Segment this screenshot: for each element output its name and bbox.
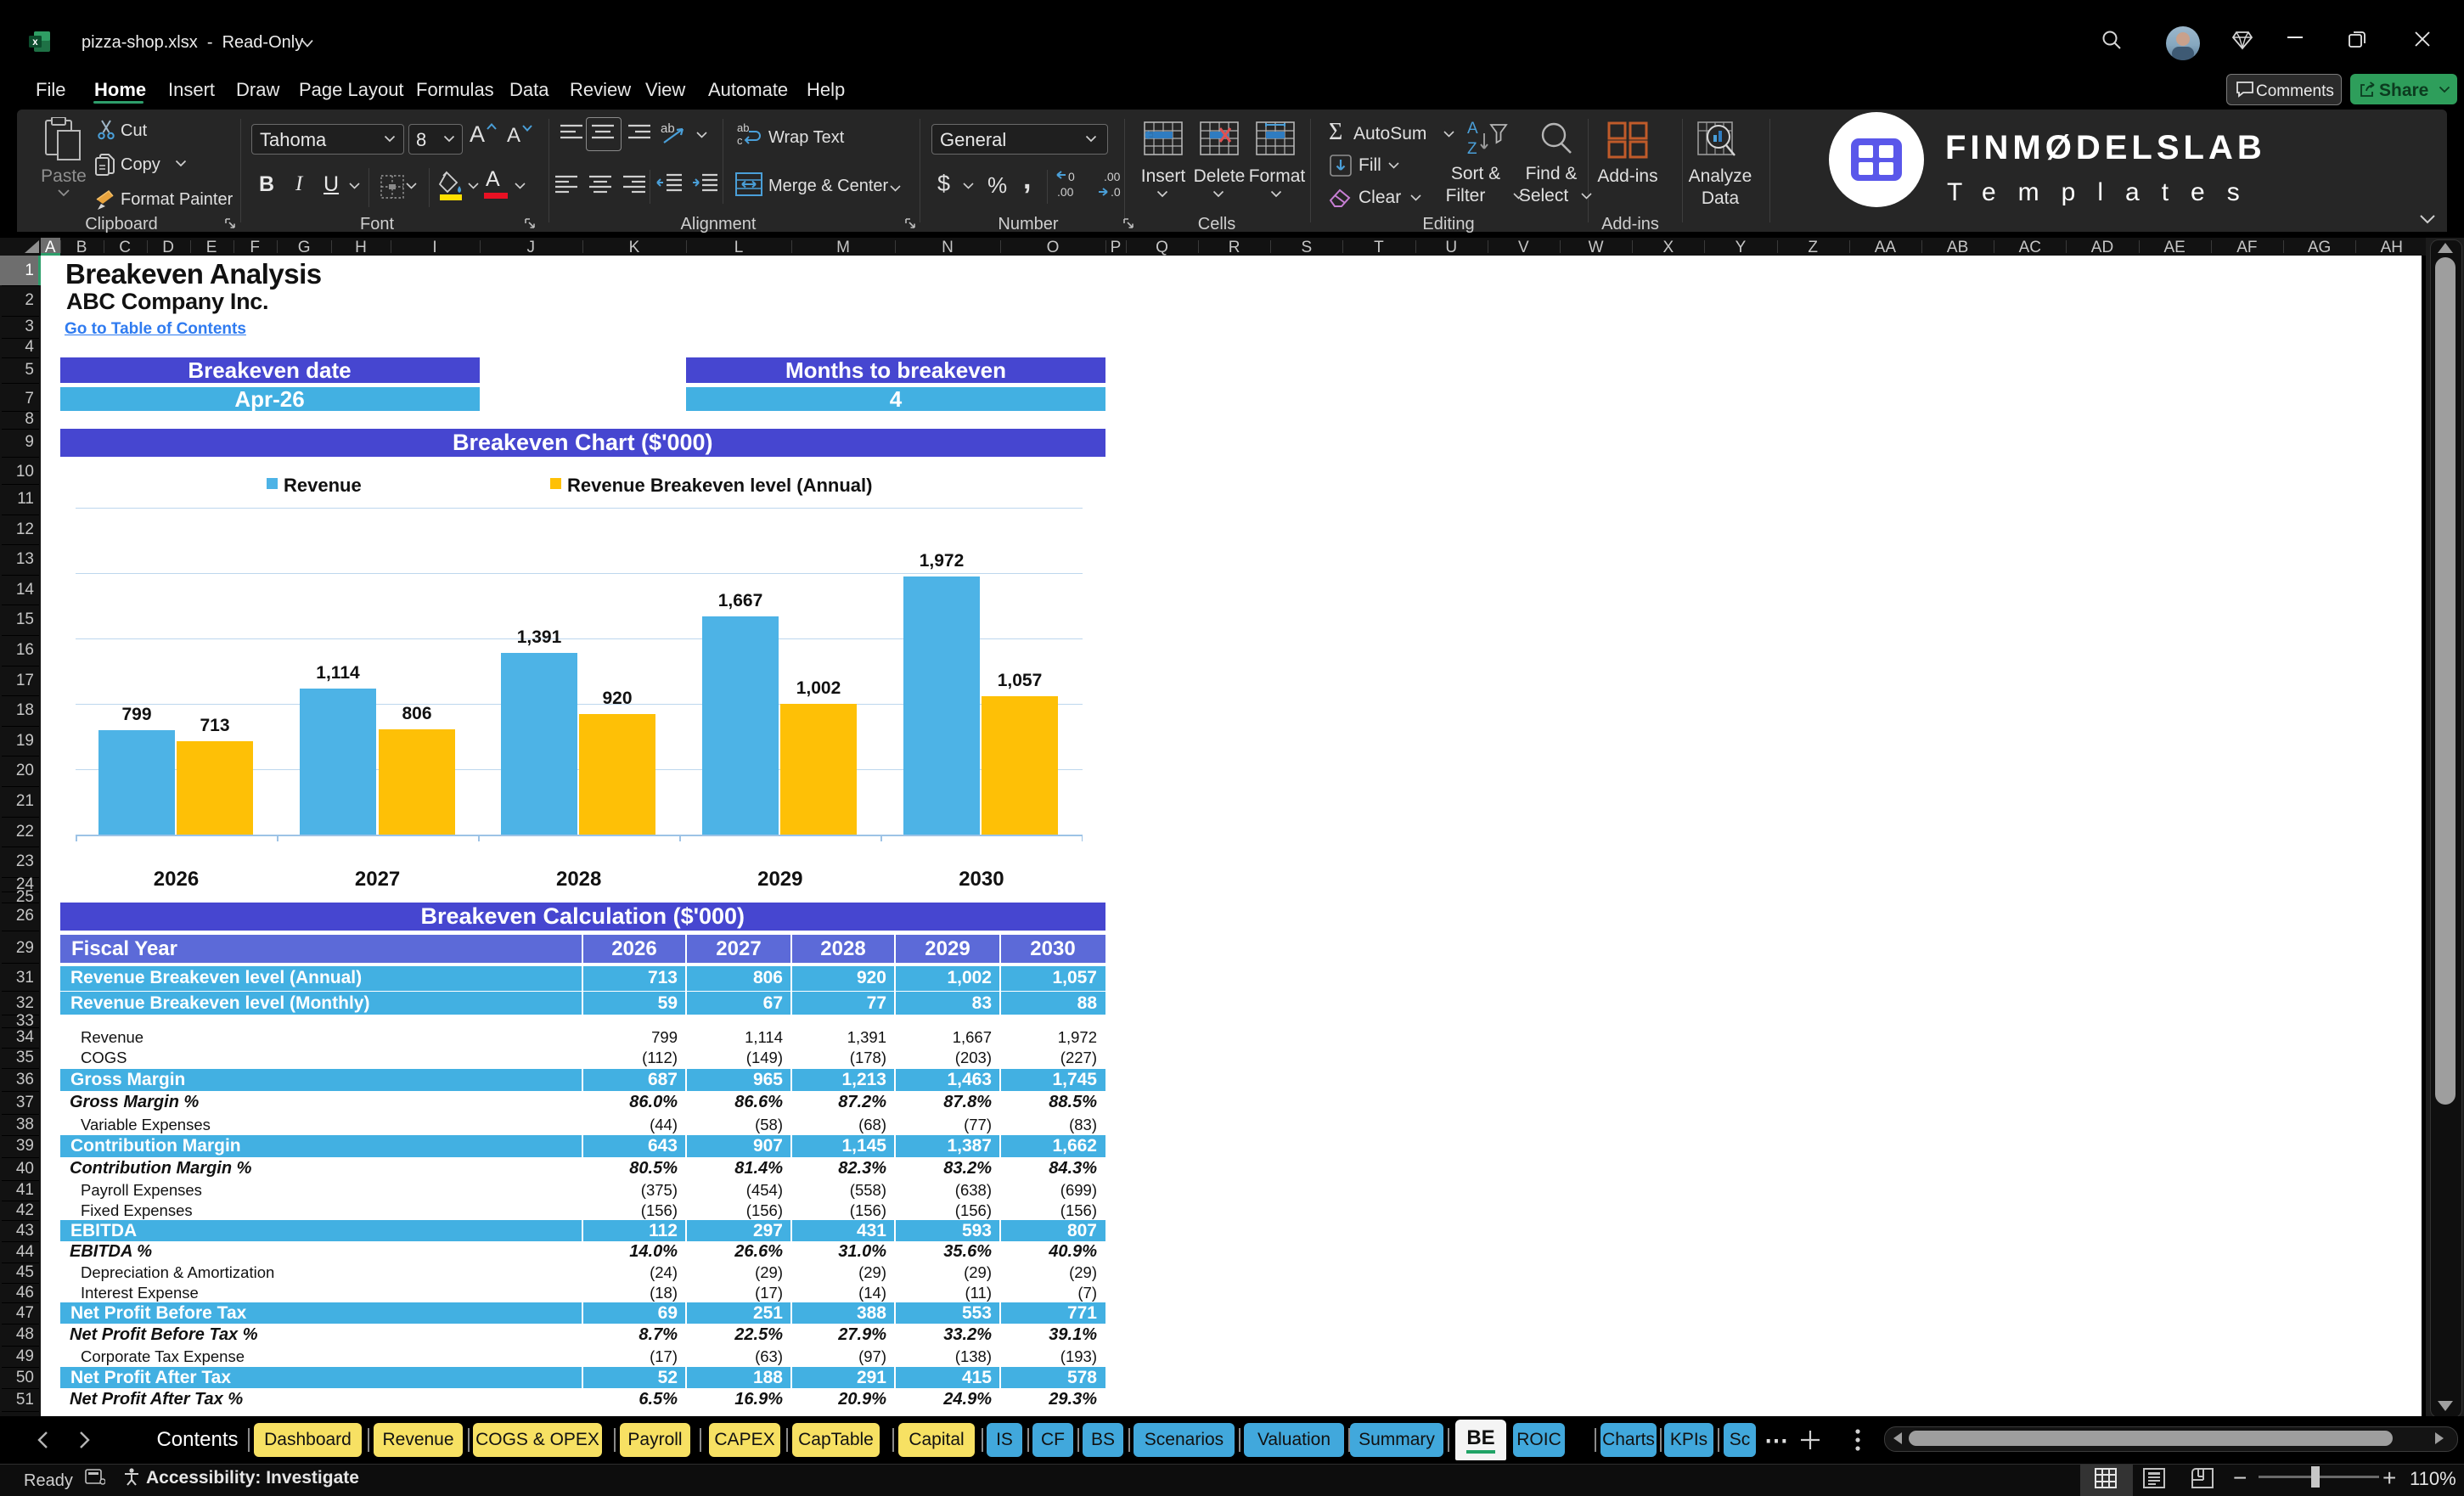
svg-text:x: x bbox=[32, 37, 38, 48]
svg-text:.00: .00 bbox=[1104, 170, 1121, 183]
svg-text:ab: ab bbox=[737, 121, 749, 134]
svg-text:.00: .00 bbox=[1057, 185, 1074, 199]
svg-text:.0: .0 bbox=[1111, 185, 1121, 199]
svg-text:Z: Z bbox=[1467, 140, 1477, 157]
svg-text:ab: ab bbox=[661, 121, 675, 136]
svg-text:A: A bbox=[1467, 120, 1478, 138]
svg-text:c: c bbox=[737, 134, 743, 147]
svg-text:0: 0 bbox=[1068, 170, 1075, 183]
